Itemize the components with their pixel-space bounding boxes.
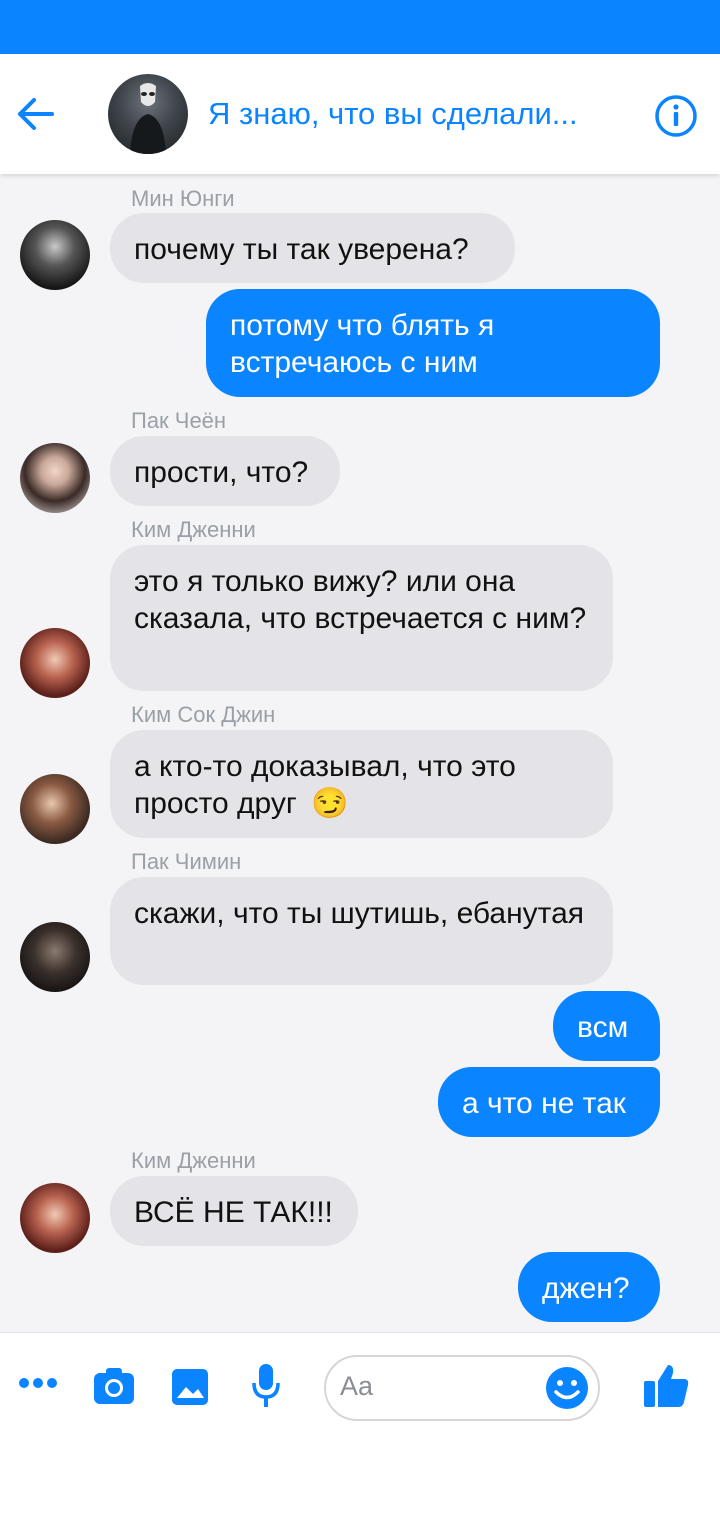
message-bubble-incoming[interactable]: скажи, что ты шутишь, ебанутая [110,877,613,985]
message-text: скажи, что ты шутишь, ебанутая [134,897,585,930]
message-text: это я только вижу? или она сказала, что … [134,565,587,635]
back-arrow-icon[interactable] [14,88,58,140]
mask-figure-image [130,83,166,154]
message-text: потому что блять я встречаюсь с ним [230,309,495,379]
input-placeholder: Aa [340,1371,374,1401]
like-icon[interactable] [642,1361,690,1409]
avatar-kim-jennie[interactable] [20,1183,90,1253]
message-text: ВСЁ НЕ ТАК!!! [134,1196,333,1229]
message-text: а что не так [462,1087,626,1120]
message-bubble-incoming[interactable]: почему ты так уверена? [110,213,515,283]
message-bubble-incoming[interactable]: прости, что? [110,436,340,506]
avatar-kim-jennie[interactable] [20,628,90,698]
message-bubble-incoming[interactable]: это я только вижу? или она сказала, что … [110,545,613,691]
status-bar [0,0,720,54]
message-text: джен? [542,1272,630,1305]
emoji-icon[interactable] [544,1365,590,1411]
more-icon[interactable] [18,1377,58,1389]
chat-title[interactable]: Я знаю, что вы сделали... [208,92,628,136]
message-list[interactable]: Мин Юнги почему ты так уверена? потому ч… [0,174,720,1332]
message-bubble-incoming[interactable]: а кто-то доказывал, что это просто друг … [110,730,613,838]
message-text: прости, что? [134,456,309,489]
image-icon[interactable] [171,1368,209,1406]
avatar-pak-cheon[interactable] [20,443,90,513]
message-text: всм [577,1011,629,1044]
message-bubble-outgoing[interactable]: всм [553,991,660,1061]
camera-icon[interactable] [93,1367,135,1405]
sender-name: Ким Дженни [131,517,256,542]
avatar-pak-jimin[interactable] [20,922,90,992]
avatar-min-yungi[interactable] [20,220,90,290]
group-avatar[interactable] [108,74,188,154]
sender-name: Мин Юнги [131,186,235,211]
message-bubble-outgoing[interactable]: потому что блять я встречаюсь с ним [206,289,660,397]
message-bubble-outgoing[interactable]: джен? [518,1252,660,1322]
message-bubble-outgoing[interactable]: а что не так [438,1067,660,1137]
sender-name: Пак Чеён [131,408,227,433]
sender-name: Пак Чимин [131,849,242,874]
sender-name: Ким Дженни [131,1148,256,1173]
chat-header: Я знаю, что вы сделали... [0,54,720,174]
message-bubble-incoming[interactable]: ВСЁ НЕ ТАК!!! [110,1176,358,1246]
avatar-kim-seok-jin[interactable] [20,774,90,844]
message-input[interactable]: Aa [324,1355,600,1421]
message-text: почему ты так уверена? [134,233,469,266]
message-composer: Aa [0,1332,720,1521]
info-icon[interactable] [654,94,698,138]
smirk-emoji-icon: 😏 [311,787,349,820]
sender-name: Ким Сок Джин [131,702,276,727]
microphone-icon[interactable] [251,1363,281,1411]
